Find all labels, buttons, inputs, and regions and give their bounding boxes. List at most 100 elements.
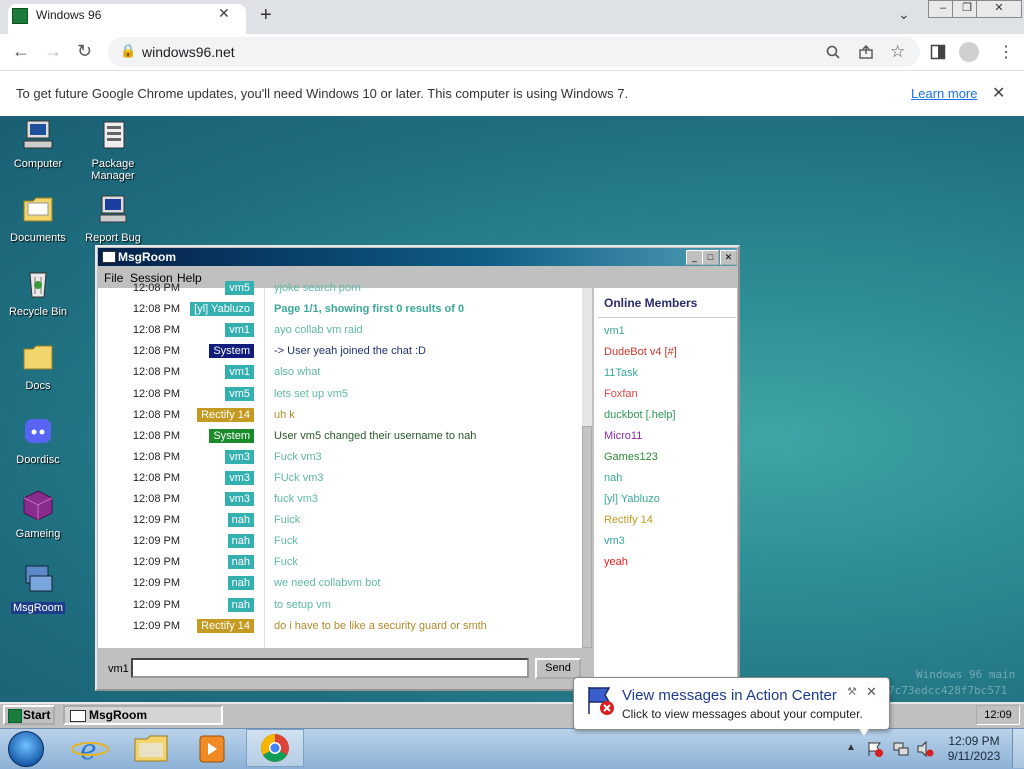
media-player-icon[interactable] xyxy=(186,731,238,767)
desktop-icon-recycle-bin[interactable]: Recycle Bin xyxy=(0,267,76,318)
side-panel-icon[interactable] xyxy=(930,44,946,60)
message-username-badge[interactable]: System xyxy=(209,344,254,358)
show-desktop-button[interactable] xyxy=(1012,729,1024,768)
close-window-button[interactable]: ✕ xyxy=(976,0,1022,18)
message-username-badge[interactable]: vm5 xyxy=(225,387,254,401)
message-username-badge[interactable]: vm1 xyxy=(225,323,254,337)
taskbar-chrome-button[interactable] xyxy=(246,729,304,767)
chat-scrollbar-thumb[interactable] xyxy=(582,426,592,648)
online-member-item[interactable]: Games123 xyxy=(604,451,658,463)
online-member-item[interactable]: Micro11 xyxy=(604,430,642,442)
profile-avatar-icon[interactable] xyxy=(959,42,979,62)
desktop-icon-documents[interactable]: Documents xyxy=(0,193,76,244)
msgroom-maximize-button[interactable]: □ xyxy=(702,250,719,265)
task-label: MsgRoom xyxy=(89,708,147,722)
volume-muted-icon[interactable] xyxy=(916,740,934,758)
desktop-icon-gameing[interactable]: Gameing xyxy=(0,489,76,540)
balloon-tail xyxy=(858,727,870,736)
zoom-search-icon[interactable] xyxy=(826,45,840,59)
msgroom-title: MsgRoom xyxy=(118,250,176,264)
message-username-badge[interactable]: nah xyxy=(227,598,254,612)
tab-title: Windows 96 xyxy=(36,8,102,22)
new-tab-button[interactable]: + xyxy=(260,4,272,27)
online-member-item[interactable]: nah xyxy=(604,472,622,484)
reload-icon[interactable]: ↻ xyxy=(77,41,92,62)
online-member-item[interactable]: DudeBot v4 [#] xyxy=(604,346,677,358)
online-member-item[interactable]: 11Task xyxy=(604,367,638,379)
message-username-badge[interactable]: vm5 xyxy=(225,281,254,295)
message-username-badge[interactable]: nah xyxy=(227,555,254,569)
balloon-options-icon[interactable]: ⚒ xyxy=(847,685,857,698)
menu-help[interactable]: Help xyxy=(177,271,202,285)
file-explorer-icon[interactable] xyxy=(125,731,177,767)
message-username-badge[interactable]: nah xyxy=(227,576,254,590)
chrome-menu-icon[interactable]: ⋮ xyxy=(998,42,1014,62)
desktop-icon-package-manager[interactable]: Package Manager xyxy=(75,119,151,182)
online-member-item[interactable]: Rectify 14 xyxy=(604,514,653,526)
watermark-line1: Windows 96 main xyxy=(916,668,1016,681)
online-member-item[interactable]: yeah xyxy=(604,556,628,568)
show-hidden-icons-icon[interactable]: ▲ xyxy=(846,742,856,753)
msgroom-title-icon xyxy=(102,251,116,263)
forward-arrow-icon[interactable]: → xyxy=(44,41,62,62)
send-button[interactable]: Send xyxy=(535,658,581,679)
desktop-icon-report-bug[interactable]: Report Bug xyxy=(75,193,151,244)
tab-close-icon[interactable]: ✕ xyxy=(218,5,230,22)
message-timestamp: 12:09 PM xyxy=(132,577,180,589)
internet-explorer-icon[interactable]: e xyxy=(64,731,116,767)
message-username-badge[interactable]: vm3 xyxy=(225,471,254,485)
network-icon[interactable] xyxy=(892,740,910,758)
msgroom-minimize-button[interactable]: _ xyxy=(686,250,703,265)
report-bug-icon xyxy=(99,195,127,223)
message-text: Page 1/1, showing first 0 results of 0 xyxy=(274,303,465,315)
message-timestamp: 12:08 PM xyxy=(132,303,180,315)
message-timestamp: 12:09 PM xyxy=(132,620,180,632)
gameing-cube-icon xyxy=(23,490,53,521)
message-timestamp: 12:09 PM xyxy=(132,514,180,526)
learn-more-link[interactable]: Learn more xyxy=(911,86,977,101)
online-member-item[interactable]: vm3 xyxy=(604,535,625,547)
chat-log[interactable] xyxy=(98,288,582,648)
back-arrow-icon[interactable]: ← xyxy=(12,41,30,62)
message-timestamp: 12:08 PM xyxy=(132,388,180,400)
message-timestamp: 12:08 PM xyxy=(132,324,180,336)
share-icon[interactable] xyxy=(858,44,874,60)
online-member-item[interactable]: duckbot [.help] xyxy=(604,409,676,421)
msgroom-close-button[interactable]: ✕ xyxy=(720,250,737,265)
desktop-icon-msgroom[interactable]: MsgRoom xyxy=(0,563,76,614)
message-username-badge[interactable]: nah xyxy=(227,534,254,548)
online-member-item[interactable]: vm1 xyxy=(604,325,625,337)
message-username-badge[interactable]: vm3 xyxy=(225,450,254,464)
action-center-flag-icon[interactable] xyxy=(866,740,884,758)
win7-clock[interactable]: 12:09 PM 9/11/2023 xyxy=(946,734,1002,764)
message-username-badge[interactable]: vm3 xyxy=(225,492,254,506)
win96-clock: 12:09 xyxy=(976,705,1020,725)
message-timestamp: 12:08 PM xyxy=(132,430,180,442)
message-text: we need collabvm bot xyxy=(274,577,381,589)
package-manager-icon xyxy=(103,121,125,149)
win7-start-orb-icon[interactable] xyxy=(8,731,44,767)
message-username-badge[interactable]: Rectify 14 xyxy=(197,619,254,633)
message-username-badge[interactable]: nah xyxy=(227,513,254,527)
chat-message-input[interactable] xyxy=(131,658,529,678)
message-username-badge[interactable]: Rectify 14 xyxy=(197,408,254,422)
message-username-badge[interactable]: System xyxy=(209,429,254,443)
infobar-close-icon[interactable]: ✕ xyxy=(992,83,1005,103)
online-member-item[interactable]: Foxfan xyxy=(604,388,638,400)
tab-search-icon[interactable]: ⌄ xyxy=(898,6,910,23)
message-username-badge[interactable]: vm1 xyxy=(225,365,254,379)
taskbar-msgroom-button[interactable]: MsgRoom xyxy=(63,705,223,725)
desktop-icon-computer[interactable]: Computer xyxy=(0,119,76,170)
message-text: also what xyxy=(274,366,321,378)
lock-icon[interactable]: 🔒 xyxy=(120,43,136,59)
message-username-badge[interactable]: [yl] Yabluzo xyxy=(190,302,254,316)
message-timestamp: 12:08 PM xyxy=(132,493,180,505)
url-text[interactable]: windows96.net xyxy=(142,44,235,60)
win96-start-button[interactable]: Start xyxy=(3,705,55,725)
balloon-close-icon[interactable]: ✕ xyxy=(866,684,877,700)
desktop-icon-docs[interactable]: Docs xyxy=(0,341,76,392)
desktop-icon-doordisc[interactable]: Doordisc xyxy=(0,415,76,466)
msgroom-titlebar[interactable] xyxy=(98,248,737,266)
online-member-item[interactable]: [yl] Yabluzo xyxy=(604,493,660,505)
bookmark-star-icon[interactable]: ☆ xyxy=(890,42,905,62)
